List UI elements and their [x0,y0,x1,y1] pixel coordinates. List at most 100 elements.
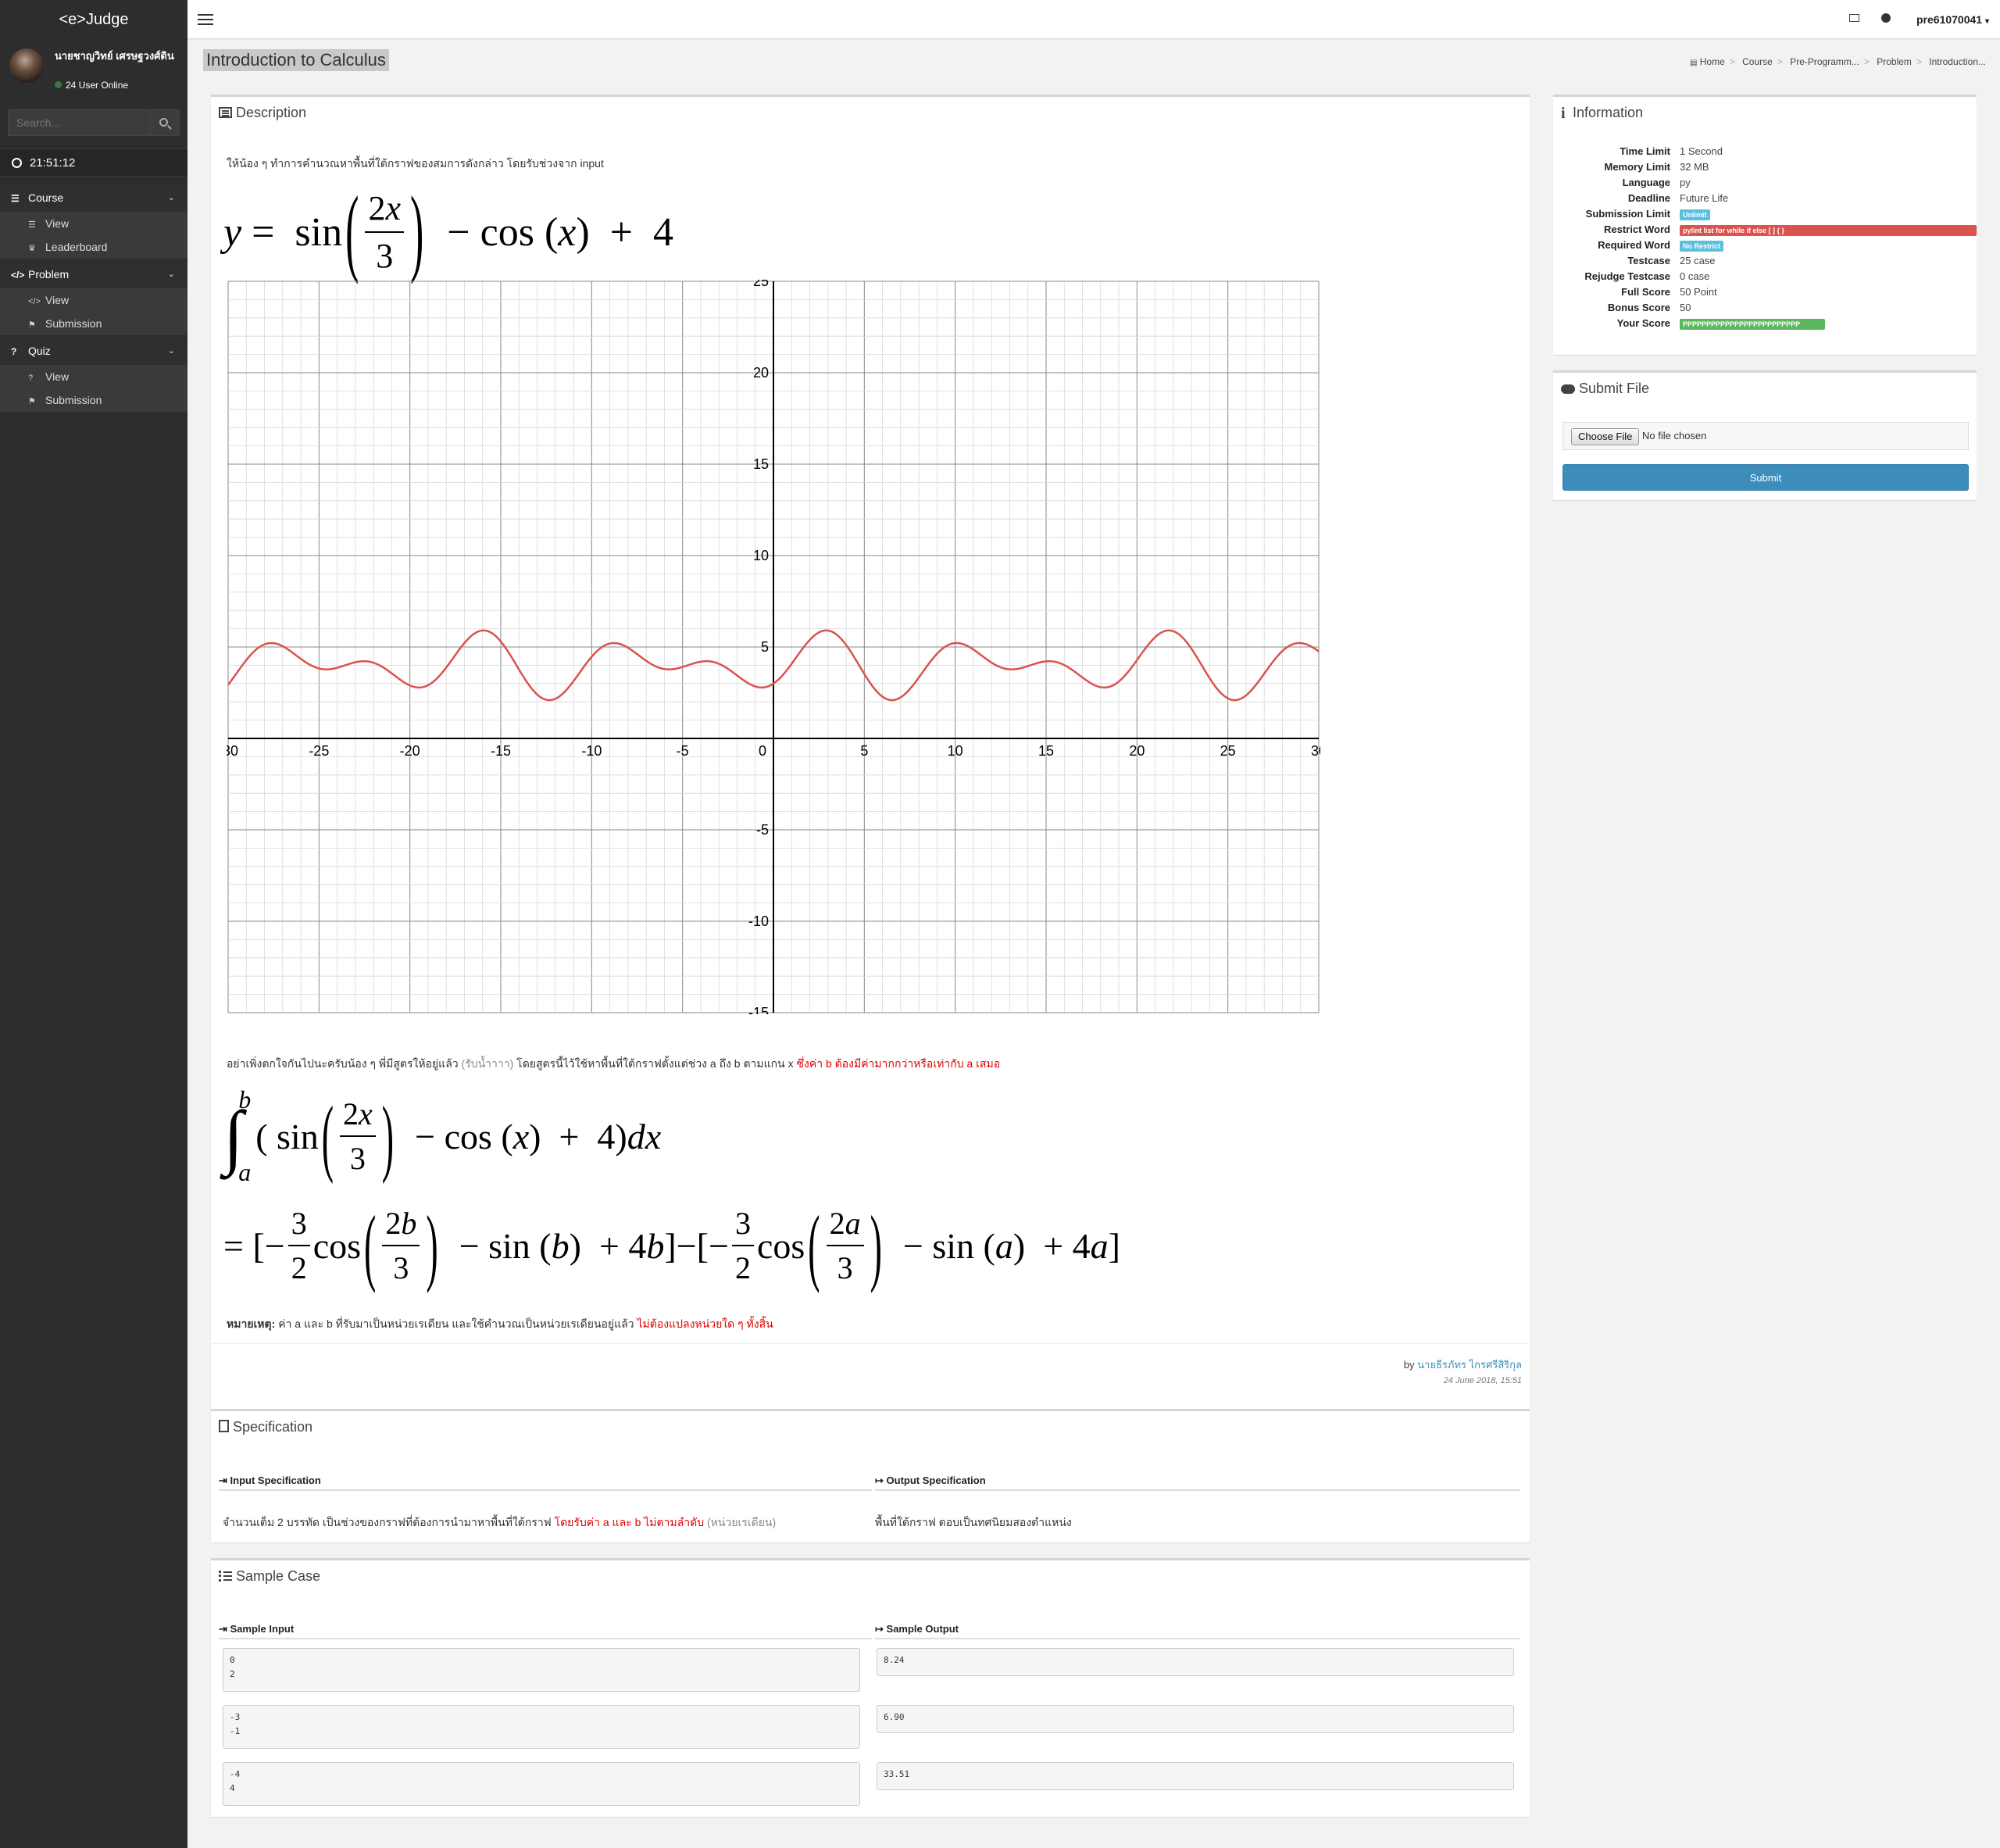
input-spec-unit: (หน่วยเรเดียน) [707,1516,777,1528]
flag-icon: ⚑ [28,320,36,330]
info-row-memory-limit: Memory Limit 32 MB [1561,161,1975,177]
info-value: Unlimit [1680,208,1710,220]
x-tick-label: -30 [227,743,238,759]
description-icon [219,107,232,118]
info-row-restrict-word: Restrict Word pylint list for while if el… [1561,223,1977,239]
sidebar-nav: ☰ Course ⌄ ☰ View ♛ Leaderboard </> Problem ⌄ … [0,184,188,413]
search-button[interactable] [151,109,180,136]
function-graph-svg: -30 -25 -20 -15 -10 -5 0 5 10 15 20 25 30 -15 -10 -5 5 10… [218,273,1327,1021]
x-tick-label: 25 [1220,743,1236,759]
avatar [9,48,44,83]
info-key: Time Limit [1620,145,1670,157]
online-dot-icon [55,81,62,88]
info-row-testcase: Testcase 25 case [1561,255,1975,270]
required-word-badge: No Restrict [1680,241,1724,252]
sample-case-title: Sample Case [236,1568,321,1584]
sidebar-item-problem[interactable]: </> Problem ⌄ [0,260,188,288]
information-list: Time Limit 1 Second Memory Limit 32 MB Lan… [1561,145,1977,349]
restrict-word-badge: pylint list for while if else [ ] { } [1680,225,1977,236]
brand-logo[interactable]: <e>Judge [0,0,188,39]
username: pre61070041 [1916,13,1983,26]
info-value: No Restrict [1680,239,1724,252]
sidebar-item-label: Leaderboard [45,241,108,253]
user-menu[interactable]: pre61070041 ▾ [1916,13,1989,26]
formula-explanation-warning: ซึ่งค่า b ต้องมีค่ามากกว่าหรือเท่ากับ a … [796,1057,1001,1070]
breadcrumb: ▤ Home > Course > Pre-Programm... > Problem… [1690,56,1986,67]
x-tick-label: 20 [1129,743,1145,759]
menu-toggle-icon[interactable] [198,14,213,25]
x-tick-label: 5 [860,743,868,759]
sidebar-item-quiz-view[interactable]: ? View [0,365,188,388]
sidebar-item-label: Submission [45,394,102,406]
info-key: Full Score [1621,286,1670,298]
sign-in-icon: ⇥ [219,1623,227,1635]
y-tick-label: -10 [748,913,769,929]
nav-group-problem: </> Problem ⌄ </> View ⚑ Submission [0,260,188,335]
breadcrumb-home[interactable]: Home [1700,56,1725,67]
info-value: 50 Point [1680,286,1717,298]
output-spec-text: พื้นที่ใต้กราฟ ตอบเป็นทศนิยมสองตำแหน่ง [875,1516,1072,1528]
sidebar-item-label: Submission [45,317,102,330]
globe-icon[interactable] [1881,13,1891,23]
breadcrumb-problem[interactable]: Problem [1877,56,1912,67]
file-input[interactable]: Choose File No file chosen [1562,422,1969,450]
info-value: 32 MB [1680,161,1709,173]
info-row-submission-limit: Submission Limit Unlimit [1561,208,1975,223]
chevron-down-icon: ⌄ [167,270,175,279]
submission-limit-badge: Unlimit [1680,209,1710,220]
search-icon [159,118,168,127]
sidebar-item-problem-view[interactable]: </> View [0,288,188,312]
info-key: Your Score [1616,317,1670,329]
x-tick-label: 15 [1038,743,1054,759]
document-icon [219,1420,229,1432]
submit-button[interactable]: Submit [1562,464,1969,491]
sample-output-label: Sample Output [886,1623,959,1635]
nav-group-course: ☰ Course ⌄ ☰ View ♛ Leaderboard [0,184,188,259]
info-key: Language [1622,177,1670,188]
info-key: Bonus Score [1607,302,1670,313]
breadcrumb-course[interactable]: Course [1742,56,1773,67]
choose-file-button[interactable]: Choose File [1571,427,1640,445]
formula-explanation: อย่าเพิ่งตกใจกันไปนะครับน้อง ๆ พี่มีสูตร… [227,1056,1000,1073]
info-key: Memory Limit [1604,161,1670,173]
y-tick-label: -15 [748,1005,769,1014]
description-header: Description [211,97,1530,128]
note: หมายเหตุ: ค่า a และ b ที่รับมาเป็นหน่วยเ… [227,1316,773,1333]
spec-divider [219,1489,872,1491]
sidebar-item-label: Problem [28,268,70,281]
y-tick-label: -5 [756,822,769,838]
info-row-time-limit: Time Limit 1 Second [1561,145,1975,161]
breadcrumb-pre-programming[interactable]: Pre-Programm... [1790,56,1859,67]
code-icon: </> [11,270,25,281]
x-tick-label: -10 [581,743,602,759]
problem-intro: ให้น้อง ๆ ทำการคำนวณหาพื้นที่ใต้กราฟของส… [227,157,604,170]
flag-icon: ⚑ [28,397,36,406]
information-box: i Information Time Limit 1 Second Memory L… [1553,95,1977,355]
sidebar-item-quiz[interactable]: ? Quiz ⌄ [0,337,188,365]
info-icon: i [1561,105,1566,122]
author-link[interactable]: นายธีรภัทร ไกรศรีสิริกุล [1417,1359,1522,1371]
info-value: pylint list for while if else [ ] { } [1680,223,1977,236]
breadcrumb-separator: > [1777,56,1783,67]
info-row-deadline: Deadline Future Life [1561,192,1975,208]
sample-case-box: Sample Case ⇥ Sample Input ↦ Sample Outp… [211,1558,1530,1817]
sidebar-search [8,109,180,136]
sidebar-item-problem-submission[interactable]: ⚑ Submission [0,312,188,335]
specification-title: Specification [233,1419,313,1435]
info-value: PPPPPPPPPPPPPPPPPPPPPPPPP [1680,317,1825,330]
input-spec-heading: ⇥ Input Specification [219,1474,321,1487]
mail-icon[interactable] [1849,14,1859,22]
search-input[interactable] [8,109,151,136]
submit-file-box: Submit File Choose File No file chosen S… [1553,370,1977,500]
cloud-upload-icon [1561,384,1575,394]
info-key: Rejudge Testcase [1584,270,1670,282]
your-score-badge: PPPPPPPPPPPPPPPPPPPPPPPPP [1680,319,1825,330]
specification-header: Specification [211,1411,1530,1442]
sample-input-3: -4 4 [223,1762,860,1806]
sample-case-header: Sample Case [211,1560,1530,1592]
sidebar-item-course-view[interactable]: ☰ View [0,212,188,235]
sample-input-2: -3 -1 [223,1705,860,1749]
sidebar-item-leaderboard[interactable]: ♛ Leaderboard [0,235,188,259]
sidebar-item-course[interactable]: ☰ Course ⌄ [0,184,188,212]
sidebar-item-quiz-submission[interactable]: ⚑ Submission [0,388,188,412]
